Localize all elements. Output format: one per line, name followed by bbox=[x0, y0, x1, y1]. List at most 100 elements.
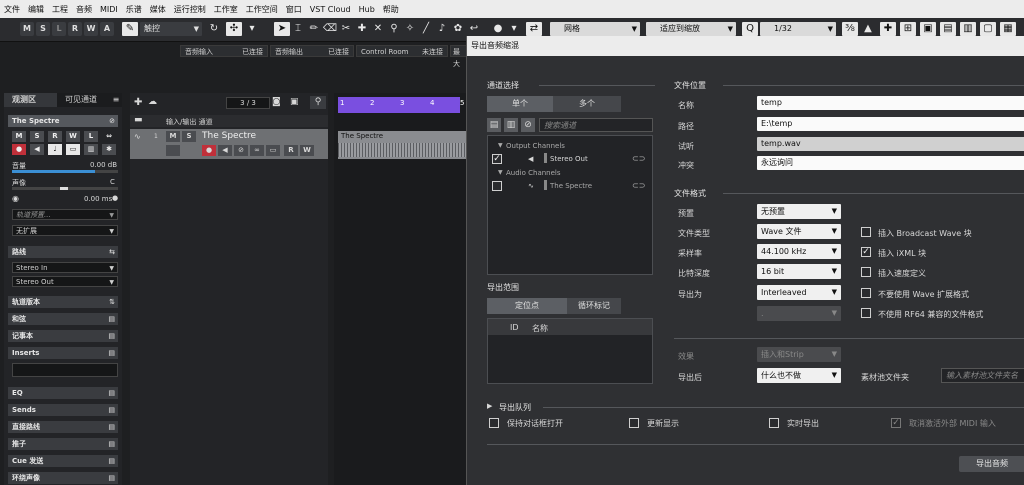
listen-button[interactable]: L bbox=[52, 22, 66, 36]
zone-left-icon[interactable]: ▣ bbox=[920, 22, 936, 36]
folder-icon[interactable]: ▭ bbox=[66, 144, 80, 155]
chevron-right-icon[interactable]: ▶ bbox=[487, 402, 492, 410]
channel-search-input[interactable]: 搜索通道 bbox=[539, 118, 653, 132]
range-tool-icon[interactable]: ⌶ bbox=[290, 22, 306, 36]
volume-slider[interactable] bbox=[12, 170, 118, 173]
section-fader[interactable]: 推子 ▤ bbox=[8, 438, 118, 450]
menu-window[interactable]: 窗口 bbox=[286, 4, 302, 15]
comp-tool-icon[interactable]: ✧ bbox=[402, 22, 418, 36]
menu-help[interactable]: 帮助 bbox=[383, 4, 399, 15]
routing-output-field[interactable]: Stereo Out ▼ bbox=[12, 276, 118, 287]
solo-button[interactable]: S bbox=[30, 131, 44, 142]
output-channels-group[interactable]: Output Channels bbox=[506, 142, 565, 150]
pan-handle[interactable] bbox=[60, 187, 68, 190]
track-write-button[interactable]: W bbox=[300, 145, 314, 156]
conflict-select[interactable]: 永远询问 bbox=[757, 156, 1024, 170]
quantize-icon[interactable]: Q bbox=[742, 22, 758, 36]
track-preset-icon[interactable]: ☁ bbox=[148, 97, 157, 107]
sample-rate-select[interactable]: 44.100 kHz ▼ bbox=[757, 244, 841, 259]
track-monitor-icon[interactable]: ◀ bbox=[218, 145, 232, 156]
name-input[interactable]: temp bbox=[757, 96, 1024, 110]
snap-type-select[interactable]: 网格 ▼ bbox=[550, 22, 640, 36]
track-mute-button[interactable]: M bbox=[166, 131, 180, 142]
snap-color-icon[interactable]: ● bbox=[490, 22, 506, 36]
menu-transport[interactable]: 运行控制 bbox=[174, 4, 206, 15]
load-list-icon[interactable]: ▥ bbox=[504, 118, 518, 132]
queue-title[interactable]: 导出队列 bbox=[499, 402, 531, 413]
quantize-preset-icon[interactable]: ⅜ bbox=[842, 22, 858, 36]
bit-depth-select[interactable]: 16 bit ▼ bbox=[757, 264, 841, 279]
track-disable-icon[interactable]: ⊘ bbox=[234, 145, 248, 156]
lock-button[interactable]: L bbox=[84, 131, 98, 142]
read-button[interactable]: R bbox=[48, 131, 62, 142]
automation-button[interactable]: A bbox=[100, 22, 114, 36]
track-color-swatch[interactable] bbox=[166, 145, 180, 156]
section-chords[interactable]: 和弦 ▤ bbox=[8, 313, 118, 325]
folder-track[interactable]: ▬ 输入/输出 通道 bbox=[130, 115, 328, 127]
mute-all-button[interactable]: M bbox=[20, 22, 34, 36]
pool-folder-input[interactable]: 输入素材池文件夹名 bbox=[941, 368, 1024, 383]
menu-edit[interactable]: 编辑 bbox=[28, 4, 44, 15]
glue-tool-icon[interactable]: ✚ bbox=[354, 22, 370, 36]
control-room-status[interactable]: Control Room 未连接 bbox=[356, 45, 448, 57]
metronome-icon[interactable]: ▲ bbox=[860, 22, 876, 36]
tab-inspector[interactable]: 观测区 bbox=[4, 93, 57, 107]
automation-mode-select[interactable]: 触控 ▼ bbox=[140, 22, 202, 36]
menu-icon[interactable]: ≡ bbox=[110, 93, 122, 107]
inserts-slot[interactable] bbox=[12, 363, 118, 377]
split-tool-icon[interactable]: ✂ bbox=[338, 22, 354, 36]
track-record-icon[interactable]: ● bbox=[202, 145, 216, 156]
write-button[interactable]: W bbox=[66, 131, 80, 142]
delay-value[interactable]: 0.00 ms bbox=[84, 195, 112, 203]
export-audio-button[interactable]: 导出音频 bbox=[959, 456, 1024, 472]
audition-tool-icon[interactable]: ↩ bbox=[466, 22, 482, 36]
tab-multiple[interactable]: 多个 bbox=[553, 96, 621, 112]
track-name-header[interactable]: The Spectre ⊘ bbox=[8, 115, 118, 127]
zone-right-icon[interactable]: ▥ bbox=[960, 22, 976, 36]
section-cue-sends[interactable]: Cue 发送 ▤ bbox=[8, 455, 118, 467]
menu-midi[interactable]: MIDI bbox=[100, 5, 118, 14]
zone-full-icon[interactable]: ▦ bbox=[1000, 22, 1016, 36]
show-tracks-icon[interactable]: ▣ bbox=[290, 97, 299, 107]
chevron-down-icon[interactable]: ▾ bbox=[244, 22, 260, 36]
update-display-checkbox[interactable] bbox=[629, 418, 639, 428]
broadcast-wave-checkbox[interactable] bbox=[861, 227, 871, 237]
menu-audio[interactable]: 音频 bbox=[76, 4, 92, 15]
audio-input-status[interactable]: 音频输入 已连接 bbox=[180, 45, 268, 57]
timebase-icon[interactable]: ♩ bbox=[48, 144, 62, 155]
stereo-out-channel[interactable]: Stereo Out bbox=[550, 155, 588, 163]
zoom-tool-icon[interactable]: ⚲ bbox=[386, 22, 402, 36]
quantize-mode-select[interactable]: 适应到缩放 ▼ bbox=[646, 22, 736, 36]
pencil-tool-icon[interactable]: ✏ bbox=[306, 22, 322, 36]
menu-project[interactable]: 工程 bbox=[52, 4, 68, 15]
menu-file[interactable]: 文件 bbox=[4, 4, 20, 15]
freeze-icon[interactable]: ▥ bbox=[84, 144, 98, 155]
edit-icon[interactable]: ⊘ bbox=[109, 115, 115, 127]
section-sends[interactable]: Sends ▤ bbox=[8, 404, 118, 416]
export-as-select[interactable]: Interleaved ▼ bbox=[757, 285, 841, 300]
file-type-select[interactable]: Wave 文件 ▼ bbox=[757, 224, 841, 239]
tab-single[interactable]: 单个 bbox=[487, 96, 553, 112]
no-wave-ext-checkbox[interactable] bbox=[861, 288, 871, 298]
pan-value[interactable]: C bbox=[110, 178, 115, 186]
section-inserts[interactable]: Inserts ▤ bbox=[8, 347, 118, 359]
save-list-icon[interactable]: ▤ bbox=[487, 118, 501, 132]
no-rf64-checkbox[interactable] bbox=[861, 308, 871, 318]
camera-icon[interactable]: ◙ bbox=[272, 97, 281, 107]
audio-channels-group[interactable]: Audio Channels bbox=[506, 169, 561, 177]
routing-section[interactable]: 路线 ⇆ bbox=[8, 246, 118, 258]
tab-cycle-markers[interactable]: 循环标记 bbox=[567, 298, 621, 314]
menu-studio[interactable]: 工作室 bbox=[214, 4, 238, 15]
menu-vst-cloud[interactable]: VST Cloud bbox=[310, 5, 351, 14]
suspend-icon[interactable]: ↻ bbox=[206, 22, 222, 36]
volume-value[interactable]: 0.00 dB bbox=[90, 161, 117, 169]
expansion-field[interactable]: 无扩展 ▼ bbox=[12, 225, 118, 236]
expand-icon[interactable]: ⇔ bbox=[102, 131, 116, 142]
line-tool-icon[interactable]: ╱ bbox=[418, 22, 434, 36]
solo-all-button[interactable]: S bbox=[36, 22, 50, 36]
menu-media[interactable]: 媒体 bbox=[150, 4, 166, 15]
snap-toggle-icon[interactable]: ⇄ bbox=[526, 22, 542, 36]
play-tool-icon[interactable]: ♪ bbox=[434, 22, 450, 36]
tab-visible-channels[interactable]: 可见通道 bbox=[57, 93, 110, 107]
quantize-value-select[interactable]: 1/32 ▼ bbox=[760, 22, 836, 36]
